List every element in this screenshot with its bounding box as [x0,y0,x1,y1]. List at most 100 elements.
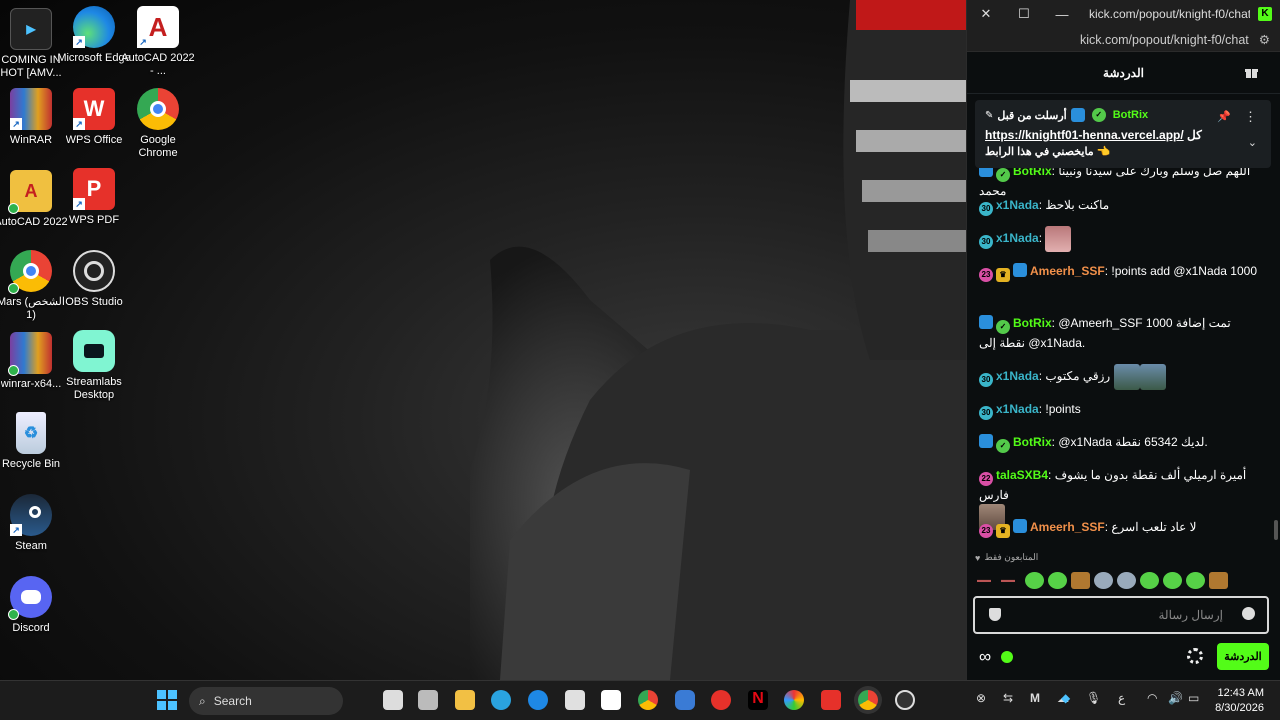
chat-username[interactable]: x1Nada [996,402,1039,416]
chat-header: الدردشة [967,52,1280,94]
desktop-icon-steam[interactable]: ↗ Steam [0,494,68,553]
tray-shield-icon[interactable]: ◆ [1061,691,1070,705]
color-app-icon[interactable] [784,690,804,710]
chat-username[interactable]: x1Nada [996,369,1039,383]
close-icon[interactable]: ✕ [967,0,1005,28]
streamlabs-icon [73,330,115,372]
chevron-down-icon[interactable]: ⌄ [1248,136,1257,149]
input-language[interactable]: ع [1118,691,1125,705]
recycle-bin-icon: ♻ [16,412,46,454]
desktop-icon-wps-office[interactable]: W ↗ WPS Office [57,88,131,147]
desktop-icon-chrome[interactable]: Google Chrome [121,88,195,160]
chat-text: رزقي مكتوب [1045,369,1111,384]
netflix-icon[interactable]: N [748,690,768,710]
emoji-icon[interactable] [1242,607,1255,620]
emote-icon[interactable] [1186,572,1205,589]
chat-username[interactable]: BotRix [1013,435,1052,449]
desktop-icon-obs[interactable]: OBS Studio [57,250,131,309]
chat-username[interactable]: Ameerh_SSF [1030,264,1105,278]
pinned-link[interactable]: https://knightf01-henna.vercel.app/ [985,128,1184,142]
desktop-icon-recycle-bin[interactable]: ♻ Recycle Bin [0,412,68,471]
emote-text-shaka[interactable]: ▬▬ [977,577,997,584]
desktop-icon-autocad-shortcut[interactable]: A ↗ AutoCAD 2022 - ... [121,6,195,78]
maximize-icon[interactable]: ☐ [1005,0,1043,28]
telegram-icon[interactable] [491,690,511,710]
subscriber-badge-icon: 23 [979,524,993,538]
pin-arrow-icon: ✎ [985,109,994,121]
gear-icon[interactable] [1187,648,1203,664]
followers-only-indicator: ♥ المتابعون فقط [975,552,1038,563]
desktop-icon-discord[interactable]: Discord [0,576,68,635]
chat-username[interactable]: talaSXB4 [996,468,1048,482]
chat-username[interactable]: x1Nada [996,231,1039,245]
pinned-username[interactable]: BotRix [1113,109,1148,121]
chrome-icon [137,88,179,130]
browser-window: ✕ ☐ — kick.com/popout/knight-f0/chat - G… [966,0,1280,680]
clock-time: 12:43 AM [1217,687,1264,699]
emote-image [1045,226,1072,252]
chat-username[interactable]: Ameerh_SSF [1030,520,1105,534]
gmail-icon[interactable] [601,690,621,710]
tray-m-icon[interactable]: M [1030,691,1040,705]
store-icon[interactable] [565,690,585,710]
emote-icon[interactable] [1140,572,1159,589]
file-explorer-icon[interactable] [455,690,475,710]
shield-icon[interactable] [989,608,1001,621]
wifi-icon[interactable]: ◠ [1147,691,1157,705]
minimize-icon[interactable]: — [1043,0,1081,28]
chat-scrollbar[interactable] [1274,520,1278,540]
taskbar-search[interactable]: ⌕ Search [189,687,343,715]
desktop-icon-streamlabs[interactable]: Streamlabs Desktop [57,330,131,402]
desktop-icon-edge[interactable]: ↗ Microsoft Edge [57,6,131,65]
kick-points-icon[interactable] [1001,651,1013,663]
kick-favicon-icon: K [1258,7,1272,21]
windows-start-icon[interactable] [157,690,177,710]
emote-icon[interactable] [1025,572,1044,589]
emote-icon[interactable] [1117,572,1136,589]
infinity-icon[interactable]: ∞ [979,647,991,667]
tray-app-icon[interactable]: ⊗ [976,691,986,705]
battery-icon[interactable]: ▭ [1188,691,1199,705]
chrome-taskbar-icon[interactable] [638,690,658,710]
subscriber-badge-icon: 30 [979,373,993,388]
chat-username[interactable]: x1Nada [996,198,1039,212]
chat-app-icon[interactable] [675,690,695,710]
gift-icon[interactable] [1245,66,1258,78]
chat-messages: ✓ BotRix: اللهم صل وسلم وبارك على سيدنا و… [967,162,1267,542]
emote-icon[interactable] [1209,572,1228,589]
desktop-icon-wps-pdf[interactable]: P ↗ WPS PDF [57,168,131,227]
chat-username[interactable]: BotRix [1013,316,1052,330]
emote-icon[interactable] [1094,572,1113,589]
more-options-icon[interactable]: ⋮ [1244,109,1257,125]
pin-icon[interactable]: 📌 [1217,110,1231,123]
chat-footer: ∞ الدردشة [967,640,1280,676]
edge-taskbar-icon[interactable] [528,690,548,710]
wps-taskbar-icon[interactable] [821,690,841,710]
send-chat-button[interactable]: الدردشة [1217,643,1269,670]
pinned-word: كل [1187,128,1202,142]
emote-icon[interactable] [1163,572,1182,589]
microphone-icon[interactable]: 🎙 [1086,691,1101,705]
chrome-active-icon[interactable] [858,690,878,710]
pdf-app-icon[interactable] [711,690,731,710]
pinned-message[interactable]: ✎ أرسلت من قبل ✓ BotRix https://knightf0… [975,100,1271,168]
task-view-icon[interactable] [383,690,403,710]
subscriber-badge-icon: 30 [979,406,993,420]
obs-taskbar-icon[interactable] [895,690,915,710]
wps-pdf-icon: P ↗ [73,168,115,210]
address-bar[interactable]: kick.com/popout/knight-f0/chat ⚙ [967,28,1280,52]
volume-icon[interactable]: 🔊 [1168,691,1183,705]
chat-text: !points add @x1Nada 1000 [1111,264,1257,278]
app-icon-gray[interactable] [418,690,438,710]
wps-office-icon: W ↗ [73,88,115,130]
emote-icon[interactable] [1048,572,1067,589]
tray-sliders-icon[interactable]: ⇆ [1003,691,1013,705]
emote-text-2[interactable]: ▬▬ [1001,577,1021,584]
subscriber-badge-icon: 22 [979,472,993,486]
chat-input[interactable]: إرسال رسالة [973,596,1269,634]
verified-badge-icon: ✓ [996,168,1010,182]
emote-icon[interactable] [1071,572,1090,589]
site-settings-icon[interactable]: ⚙ [1259,32,1270,47]
chat-message: 30 x1Nada: [979,226,1257,252]
clock[interactable]: 12:43 AM 8/30/2026 [1214,686,1264,716]
